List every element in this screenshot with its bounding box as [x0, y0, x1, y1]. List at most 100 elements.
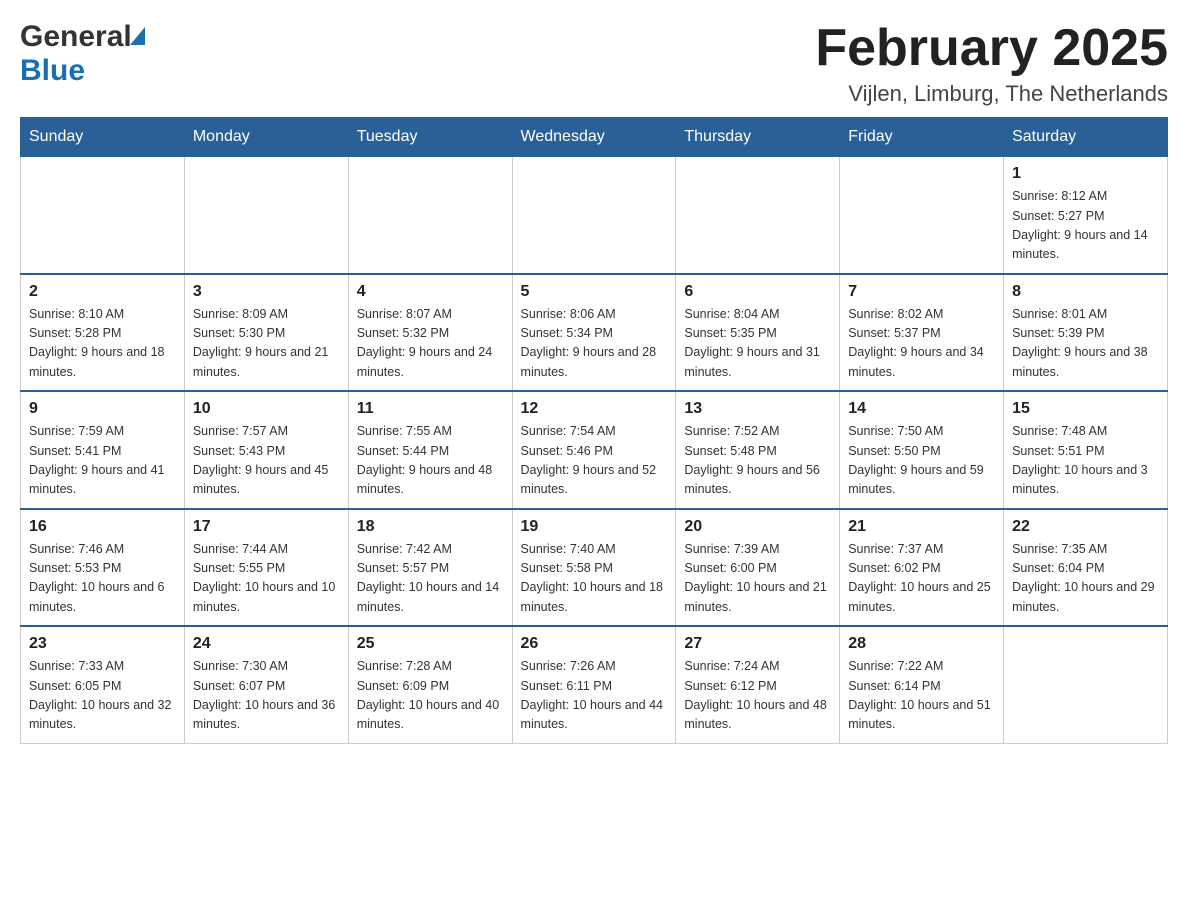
calendar-cell: [184, 157, 348, 274]
day-number: 6: [684, 283, 831, 301]
calendar-cell: 7Sunrise: 8:02 AMSunset: 5:37 PMDaylight…: [840, 274, 1004, 392]
day-info: Sunrise: 7:33 AMSunset: 6:05 PMDaylight:…: [29, 657, 176, 735]
day-number: 1: [1012, 165, 1159, 183]
day-info: Sunrise: 7:39 AMSunset: 6:00 PMDaylight:…: [684, 540, 831, 618]
day-number: 25: [357, 635, 504, 653]
day-number: 5: [521, 283, 668, 301]
day-number: 15: [1012, 400, 1159, 418]
calendar-cell: 17 Sunrise: 7:44 AMSunset: 5:55 PMDayligh…: [184, 509, 348, 627]
day-info: Sunrise: 7:22 AMSunset: 6:14 PMDaylight:…: [848, 657, 995, 735]
calendar-cell: 14Sunrise: 7:50 AMSunset: 5:50 PMDayligh…: [840, 391, 1004, 509]
calendar-cell: 16Sunrise: 7:46 AMSunset: 5:53 PMDayligh…: [21, 509, 185, 627]
day-info: Sunrise: 7:24 AMSunset: 6:12 PMDaylight:…: [684, 657, 831, 735]
calendar-cell: 5 Sunrise: 8:06 AMSunset: 5:34 PMDaylight…: [512, 274, 676, 392]
logo-blue-text: Blue: [20, 54, 85, 88]
day-number: 21: [848, 518, 995, 536]
day-info: Sunrise: 7:46 AMSunset: 5:53 PMDaylight:…: [29, 540, 176, 618]
calendar-table: SundayMondayTuesdayWednesdayThursdayFrid…: [20, 117, 1168, 744]
day-number: 23: [29, 635, 176, 653]
day-number: 4: [357, 283, 504, 301]
calendar-header-thursday: Thursday: [676, 118, 840, 157]
calendar-cell: [676, 157, 840, 274]
day-number: 26: [521, 635, 668, 653]
calendar-cell: [840, 157, 1004, 274]
calendar-cell: 27 Sunrise: 7:24 AMSunset: 6:12 PMDayligh…: [676, 626, 840, 743]
calendar-cell: [21, 157, 185, 274]
calendar-header-monday: Monday: [184, 118, 348, 157]
logo-arrow-icon: [130, 27, 145, 45]
day-info: Sunrise: 7:54 AMSunset: 5:46 PMDaylight:…: [521, 422, 668, 500]
calendar-header-row: SundayMondayTuesdayWednesdayThursdayFrid…: [21, 118, 1168, 157]
day-info: Sunrise: 7:40 AMSunset: 5:58 PMDaylight:…: [521, 540, 668, 618]
calendar-cell: 28 Sunrise: 7:22 AMSunset: 6:14 PMDayligh…: [840, 626, 1004, 743]
day-number: 20: [684, 518, 831, 536]
day-info: Sunrise: 7:30 AMSunset: 6:07 PMDaylight:…: [193, 657, 340, 735]
calendar-week-row: 16Sunrise: 7:46 AMSunset: 5:53 PMDayligh…: [21, 509, 1168, 627]
day-info: Sunrise: 8:01 AMSunset: 5:39 PMDaylight:…: [1012, 305, 1159, 383]
calendar-cell: 21 Sunrise: 7:37 AMSunset: 6:02 PMDayligh…: [840, 509, 1004, 627]
day-number: 28: [848, 635, 995, 653]
calendar-header-saturday: Saturday: [1004, 118, 1168, 157]
calendar-week-row: 1 Sunrise: 8:12 AMSunset: 5:27 PMDaylight…: [21, 157, 1168, 274]
day-number: 13: [684, 400, 831, 418]
calendar-cell: 25 Sunrise: 7:28 AMSunset: 6:09 PMDayligh…: [348, 626, 512, 743]
day-info: Sunrise: 7:26 AMSunset: 6:11 PMDaylight:…: [521, 657, 668, 735]
calendar-title: February 2025: [815, 20, 1168, 77]
calendar-week-row: 9 Sunrise: 7:59 AMSunset: 5:41 PMDaylight…: [21, 391, 1168, 509]
calendar-cell: 2Sunrise: 8:10 AMSunset: 5:28 PMDaylight…: [21, 274, 185, 392]
calendar-cell: 15 Sunrise: 7:48 AMSunset: 5:51 PMDayligh…: [1004, 391, 1168, 509]
day-info: Sunrise: 7:50 AMSunset: 5:50 PMDaylight:…: [848, 422, 995, 500]
day-info: Sunrise: 7:42 AMSunset: 5:57 PMDaylight:…: [357, 540, 504, 618]
calendar-subtitle: Vijlen, Limburg, The Netherlands: [815, 81, 1168, 107]
calendar-cell: 24 Sunrise: 7:30 AMSunset: 6:07 PMDayligh…: [184, 626, 348, 743]
day-number: 10: [193, 400, 340, 418]
day-info: Sunrise: 8:02 AMSunset: 5:37 PMDaylight:…: [848, 305, 995, 383]
calendar-header-tuesday: Tuesday: [348, 118, 512, 157]
calendar-cell: 12 Sunrise: 7:54 AMSunset: 5:46 PMDayligh…: [512, 391, 676, 509]
day-info: Sunrise: 7:48 AMSunset: 5:51 PMDaylight:…: [1012, 422, 1159, 500]
day-info: Sunrise: 7:57 AMSunset: 5:43 PMDaylight:…: [193, 422, 340, 500]
calendar-week-row: 2Sunrise: 8:10 AMSunset: 5:28 PMDaylight…: [21, 274, 1168, 392]
day-info: Sunrise: 7:55 AMSunset: 5:44 PMDaylight:…: [357, 422, 504, 500]
calendar-cell: 11 Sunrise: 7:55 AMSunset: 5:44 PMDayligh…: [348, 391, 512, 509]
calendar-cell: 13 Sunrise: 7:52 AMSunset: 5:48 PMDayligh…: [676, 391, 840, 509]
day-info: Sunrise: 8:09 AMSunset: 5:30 PMDaylight:…: [193, 305, 340, 383]
day-number: 24: [193, 635, 340, 653]
day-info: Sunrise: 7:44 AMSunset: 5:55 PMDaylight:…: [193, 540, 340, 618]
calendar-cell: 1 Sunrise: 8:12 AMSunset: 5:27 PMDaylight…: [1004, 157, 1168, 274]
calendar-week-row: 23 Sunrise: 7:33 AMSunset: 6:05 PMDayligh…: [21, 626, 1168, 743]
calendar-header-wednesday: Wednesday: [512, 118, 676, 157]
day-info: Sunrise: 8:12 AMSunset: 5:27 PMDaylight:…: [1012, 187, 1159, 265]
title-section: February 2025 Vijlen, Limburg, The Nethe…: [815, 20, 1168, 107]
day-info: Sunrise: 7:28 AMSunset: 6:09 PMDaylight:…: [357, 657, 504, 735]
day-number: 3: [193, 283, 340, 301]
day-info: Sunrise: 7:35 AMSunset: 6:04 PMDaylight:…: [1012, 540, 1159, 618]
calendar-cell: [348, 157, 512, 274]
calendar-cell: 4 Sunrise: 8:07 AMSunset: 5:32 PMDaylight…: [348, 274, 512, 392]
calendar-cell: [512, 157, 676, 274]
calendar-cell: 18Sunrise: 7:42 AMSunset: 5:57 PMDayligh…: [348, 509, 512, 627]
day-number: 19: [521, 518, 668, 536]
calendar-cell: 10 Sunrise: 7:57 AMSunset: 5:43 PMDayligh…: [184, 391, 348, 509]
day-number: 9: [29, 400, 176, 418]
day-info: Sunrise: 8:06 AMSunset: 5:34 PMDaylight:…: [521, 305, 668, 383]
day-number: 11: [357, 400, 504, 418]
calendar-cell: 20 Sunrise: 7:39 AMSunset: 6:00 PMDayligh…: [676, 509, 840, 627]
day-info: Sunrise: 7:59 AMSunset: 5:41 PMDaylight:…: [29, 422, 176, 500]
calendar-cell: 19 Sunrise: 7:40 AMSunset: 5:58 PMDayligh…: [512, 509, 676, 627]
calendar-cell: 8 Sunrise: 8:01 AMSunset: 5:39 PMDaylight…: [1004, 274, 1168, 392]
day-info: Sunrise: 7:37 AMSunset: 6:02 PMDaylight:…: [848, 540, 995, 618]
day-number: 17: [193, 518, 340, 536]
day-number: 12: [521, 400, 668, 418]
calendar-cell: 26 Sunrise: 7:26 AMSunset: 6:11 PMDayligh…: [512, 626, 676, 743]
day-number: 27: [684, 635, 831, 653]
calendar-cell: 3 Sunrise: 8:09 AMSunset: 5:30 PMDaylight…: [184, 274, 348, 392]
calendar-header-friday: Friday: [840, 118, 1004, 157]
page-header: General Blue February 2025 Vijlen, Limbu…: [20, 20, 1168, 107]
day-number: 22: [1012, 518, 1159, 536]
day-info: Sunrise: 7:52 AMSunset: 5:48 PMDaylight:…: [684, 422, 831, 500]
day-number: 2: [29, 283, 176, 301]
day-number: 8: [1012, 283, 1159, 301]
day-info: Sunrise: 8:07 AMSunset: 5:32 PMDaylight:…: [357, 305, 504, 383]
calendar-cell: [1004, 626, 1168, 743]
